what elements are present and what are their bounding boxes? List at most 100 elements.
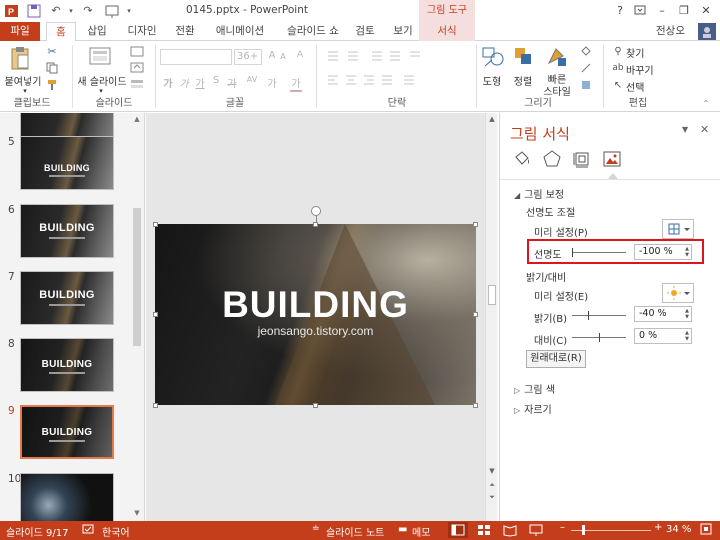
- spinner-icon[interactable]: ▲ ▼: [685, 246, 689, 258]
- paste-icon[interactable]: [8, 45, 32, 71]
- tab-design[interactable]: 디자인: [122, 22, 162, 41]
- sharpness-input[interactable]: -100 % ▲ ▼: [634, 244, 692, 260]
- reading-view-icon[interactable]: [502, 522, 518, 540]
- tab-home[interactable]: 홈: [46, 22, 76, 42]
- brightness-presets-button[interactable]: [662, 283, 694, 303]
- effects-pentagon-icon[interactable]: [542, 149, 562, 169]
- grow-font-icon[interactable]: A: [266, 50, 278, 61]
- arrange-icon[interactable]: [513, 45, 535, 69]
- pane-options-icon[interactable]: ▼: [682, 125, 688, 134]
- clear-format-icon[interactable]: A: [294, 50, 306, 60]
- picture-corrections-header[interactable]: ◢ 그림 보정: [514, 186, 564, 201]
- resize-handle[interactable]: [473, 312, 478, 317]
- change-case-button[interactable]: 가: [266, 75, 278, 90]
- slide-sorter-icon[interactable]: [476, 522, 492, 540]
- fill-line-icon[interactable]: [512, 149, 532, 169]
- paragraph-align-icons[interactable]: [326, 73, 436, 87]
- brightness-slider[interactable]: [572, 315, 626, 316]
- help-icon[interactable]: ?: [612, 3, 628, 19]
- select-button[interactable]: 선택: [626, 79, 654, 94]
- brightness-input[interactable]: -40 % ▲ ▼: [634, 306, 692, 322]
- shapes-button[interactable]: 도형: [480, 73, 504, 88]
- sharpness-slider-knob[interactable]: [572, 248, 573, 257]
- paragraph-list-icons[interactable]: [326, 49, 436, 63]
- selected-picture[interactable]: BUILDING jeonsango.tistory.com: [155, 224, 476, 405]
- slide-thumbnail[interactable]: BUILDING: [20, 271, 114, 325]
- ribbon-display-icon[interactable]: [632, 3, 648, 19]
- fit-to-window-icon[interactable]: [700, 523, 712, 538]
- rotation-handle[interactable]: [311, 206, 321, 216]
- restore-icon[interactable]: ❐: [676, 3, 692, 19]
- normal-view-icon[interactable]: [448, 522, 468, 538]
- format-painter-icon[interactable]: [46, 79, 58, 91]
- notes-button[interactable]: 슬라이드 노트: [326, 524, 384, 539]
- brightness-slider-knob[interactable]: [588, 311, 590, 320]
- layout-icon[interactable]: [130, 46, 144, 57]
- slideshow-view-icon[interactable]: [528, 522, 544, 540]
- notes-icon[interactable]: ≐: [312, 524, 320, 534]
- reset-button[interactable]: 원래대로(R): [526, 350, 586, 368]
- slide-thumbnail[interactable]: BUILDING: [20, 204, 114, 258]
- section-icon[interactable]: [130, 78, 144, 89]
- resize-handle[interactable]: [153, 312, 158, 317]
- spinner-icon[interactable]: ▲ ▼: [685, 330, 689, 342]
- italic-button[interactable]: 가: [178, 75, 190, 90]
- contrast-input[interactable]: 0 % ▲ ▼: [634, 328, 692, 344]
- shrink-font-icon[interactable]: A: [278, 52, 288, 61]
- scroll-up-icon[interactable]: ▲: [133, 115, 141, 123]
- contrast-slider-knob[interactable]: [599, 333, 600, 342]
- tab-view[interactable]: 보기: [388, 22, 418, 41]
- find-icon[interactable]: ⚲: [612, 45, 624, 57]
- collapse-ribbon-icon[interactable]: ⌃: [700, 99, 712, 108]
- strikethrough-button[interactable]: 가: [226, 75, 238, 90]
- redo-icon[interactable]: ↷: [80, 3, 96, 19]
- slide-subtitle[interactable]: jeonsango.tistory.com: [155, 324, 476, 338]
- next-slide-icon[interactable]: ⏷: [487, 493, 497, 502]
- shadow-button[interactable]: S: [210, 75, 222, 86]
- slide-thumbnail[interactable]: BUILDING: [20, 338, 114, 392]
- sharpen-presets-button[interactable]: [662, 219, 694, 239]
- zoom-out-icon[interactable]: –: [560, 522, 565, 533]
- copy-icon[interactable]: [46, 62, 58, 74]
- resize-handle[interactable]: [473, 222, 478, 227]
- shape-fill-icon[interactable]: [580, 45, 592, 57]
- reset-slide-icon[interactable]: [130, 62, 144, 73]
- cut-icon[interactable]: ✂: [46, 45, 58, 58]
- canvas-scrollbar[interactable]: ▲ ▼ ⏶ ⏷: [485, 113, 497, 521]
- scroll-down-icon[interactable]: ▼: [487, 467, 497, 475]
- undo-icon[interactable]: ↶: [48, 3, 64, 19]
- font-size-box[interactable]: 36+: [234, 49, 262, 65]
- comments-icon[interactable]: ▬: [398, 524, 407, 535]
- tab-slideshow[interactable]: 슬라이드 쇼: [280, 22, 346, 41]
- close-icon[interactable]: ✕: [698, 3, 714, 19]
- language-indicator[interactable]: 한국어: [102, 524, 130, 539]
- scroll-thumb[interactable]: [488, 285, 496, 305]
- shapes-icon[interactable]: [482, 45, 504, 69]
- select-icon[interactable]: ↖: [612, 79, 624, 91]
- bold-button[interactable]: 가: [162, 75, 174, 90]
- new-slide-button[interactable]: 새 슬라이드: [76, 73, 128, 88]
- save-icon[interactable]: [26, 3, 42, 19]
- slide-thumbnail[interactable]: [20, 473, 114, 521]
- scroll-up-icon[interactable]: ▲: [487, 115, 497, 123]
- tab-insert[interactable]: 삽입: [82, 22, 112, 41]
- tab-review[interactable]: 검토: [350, 22, 380, 41]
- slide-title[interactable]: BUILDING: [155, 284, 476, 326]
- paste-button[interactable]: 붙여넣기: [2, 73, 44, 88]
- underline-button[interactable]: 가: [194, 75, 206, 90]
- slideshow-icon[interactable]: [104, 3, 120, 19]
- picture-color-header[interactable]: ▷ 그림 색: [514, 381, 555, 396]
- tab-animations[interactable]: 애니메이션: [210, 22, 270, 41]
- zoom-in-icon[interactable]: +: [654, 522, 662, 533]
- slide-thumbnail-selected[interactable]: BUILDING: [20, 405, 114, 459]
- slide-thumbnail[interactable]: BUILDING: [20, 136, 114, 190]
- font-color-button[interactable]: 가: [290, 75, 302, 92]
- spinner-icon[interactable]: ▲ ▼: [685, 308, 689, 320]
- undo-dropdown-icon[interactable]: ▾: [66, 3, 76, 19]
- powerpoint-logo-icon[interactable]: P: [4, 3, 20, 19]
- comments-button[interactable]: 메모: [412, 524, 430, 539]
- new-slide-icon[interactable]: [88, 45, 116, 71]
- resize-handle[interactable]: [313, 403, 318, 408]
- shape-outline-icon[interactable]: [580, 62, 592, 74]
- tab-file[interactable]: 파일: [0, 22, 40, 41]
